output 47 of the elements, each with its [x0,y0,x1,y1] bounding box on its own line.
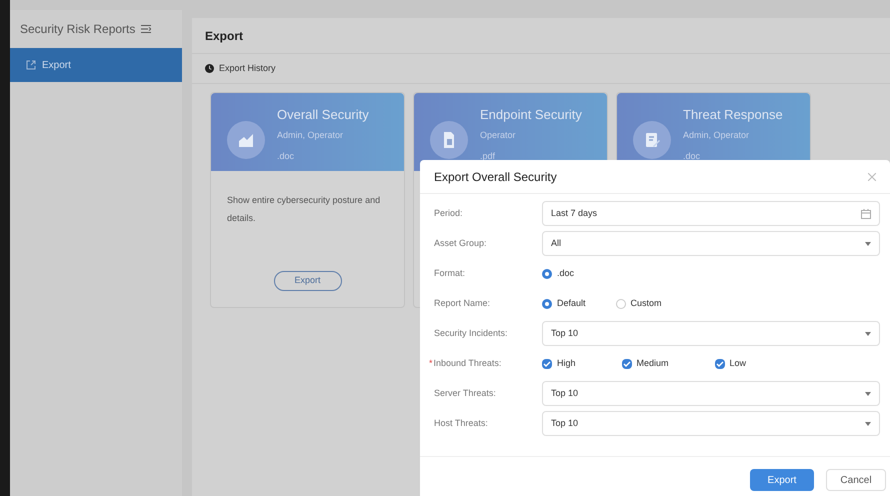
field-label: Period: [434,206,463,220]
date-field[interactable]: Last 7 days [542,201,880,226]
field-label: Security Incidents: [434,326,508,340]
export-history-link[interactable]: Export History [219,62,276,76]
clock-icon [205,64,214,73]
dropdown-caret-icon [865,332,871,336]
dialog-title: Export Overall Security [434,168,557,186]
close-icon[interactable] [868,172,876,180]
export-button[interactable]: Export [750,469,814,491]
select-field[interactable]: All [542,231,880,256]
card-format: .doc [277,150,296,163]
card-title: Threat Response [683,106,783,124]
card-roles: Operator [480,128,517,142]
field-label: Report Name: [434,296,490,310]
sidebar-item[interactable]: Export [10,48,182,82]
field-label: Inbound Threats: [434,356,502,370]
select-field[interactable]: Top 10 [542,321,880,346]
radio-option[interactable]: .doc [542,266,574,280]
radio-option[interactable]: Default [542,296,586,310]
card-format: .doc [683,150,702,163]
select-field[interactable]: Top 10 [542,411,880,436]
dropdown-caret-icon [865,242,871,246]
page-title: Export [205,28,244,44]
calendar-icon [861,208,871,218]
checkbox-option[interactable]: Low [714,356,746,370]
card-roles: Admin, Operator [277,128,344,142]
card-description: Show entire cybersecurity posture and details. [226,194,382,225]
cancel-button[interactable]: Cancel [826,469,886,491]
field-label: Format: [434,266,466,280]
dropdown-caret-icon [865,422,871,426]
select-field[interactable]: Top 10 [542,381,880,406]
checkbox-option[interactable]: High [542,356,576,370]
checkbox-option[interactable]: Medium [622,356,669,370]
dropdown-caret-icon [865,392,871,396]
required-asterisk: * [429,356,433,370]
card-title: Overall Security [277,106,369,124]
export-icon [26,60,36,70]
radio-option[interactable]: Custom [616,296,662,310]
card-format: .pdf [480,150,496,163]
field-label: Host Threats: [434,416,488,430]
sidebar-title: Security Risk Reports [20,21,136,38]
export-button[interactable]: Export [274,271,342,291]
field-label: Asset Group: [434,236,487,250]
menu-icon [141,25,152,33]
card-title: Endpoint Security [480,106,582,124]
card-roles: Admin, Operator [683,128,750,142]
field-label: Server Threats: [434,386,496,400]
